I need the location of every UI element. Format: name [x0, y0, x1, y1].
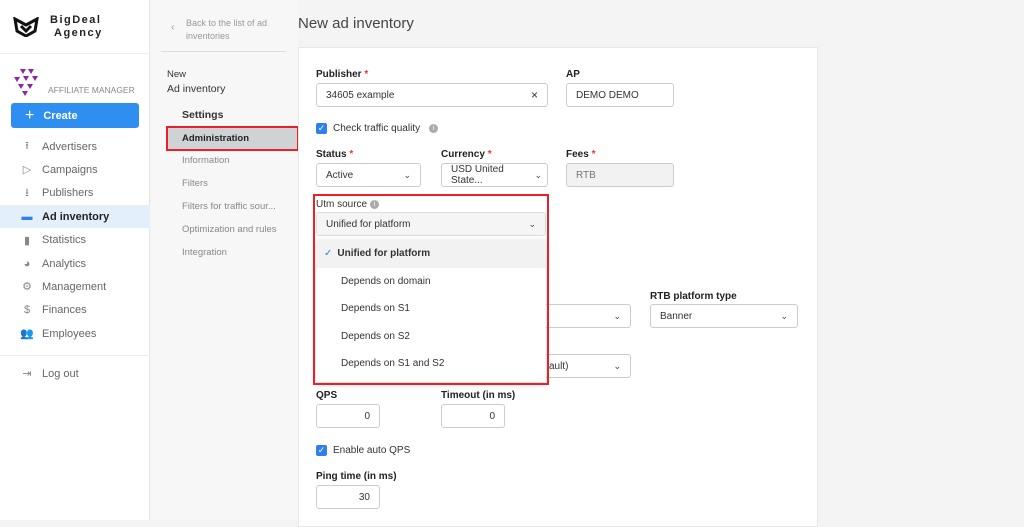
entity-label: Ad inventory [167, 83, 226, 95]
nav-label: Statistics [42, 234, 87, 247]
status-select[interactable]: Active ⌄ [316, 163, 421, 187]
section-title: Settings [182, 109, 224, 121]
settings-item[interactable]: Integration [166, 241, 298, 263]
bar-chart-icon: ▮ [23, 234, 31, 247]
timeout-label: Timeout (in ms) [441, 390, 516, 401]
create-label: Create [43, 109, 78, 122]
logout-button[interactable]: ⇥ Log out [0, 362, 150, 385]
nav-item-campaigns[interactable]: ▷ Campaigns [0, 158, 150, 181]
logout-icon: ⇥ [22, 368, 32, 380]
fees-input: RTB [566, 163, 674, 187]
highlight-utm-source [313, 194, 549, 385]
pie-chart-icon: ◕ [23, 257, 31, 270]
settings-item[interactable]: Filters [166, 173, 298, 195]
plus-icon: + [25, 106, 35, 124]
divider [0, 53, 150, 54]
nav-item-statistics[interactable]: ▮ Statistics [0, 229, 150, 252]
qps-label: QPS [316, 390, 338, 401]
brand-name: BigDeal Agency [50, 14, 103, 39]
checkbox-checked-icon: ✓ [316, 123, 327, 134]
dollar-icon: $ [23, 304, 31, 317]
settings-item[interactable]: Optimization and rules [166, 218, 298, 240]
currency-label: Currency * [441, 149, 492, 160]
fees-label: Fees * [566, 149, 596, 160]
ap-label: AP [566, 69, 580, 80]
settings-panel: ‹ Back to the list of ad inventories New… [151, 0, 299, 520]
ping-input[interactable]: 30 [316, 485, 380, 509]
nav-item-finances[interactable]: $ Finances [0, 299, 150, 322]
auto-qps-checkbox[interactable]: ✓ Enable auto QPS [316, 445, 410, 456]
nav-item-publishers[interactable]: ⭳ Publishers [0, 182, 150, 205]
chevron-down-icon: ⌄ [534, 169, 542, 180]
chevron-down-icon: ⌄ [780, 310, 788, 321]
ping-label: Ping time (in ms) [316, 471, 397, 482]
nav-label: Management [42, 280, 107, 293]
play-circle-icon: ▷ [22, 164, 32, 177]
publisher-select[interactable]: 34605 example × [316, 83, 548, 107]
nav-label: Campaigns [42, 163, 98, 176]
divider [161, 51, 286, 52]
highlight-administration [166, 126, 299, 151]
nav-label: Publishers [42, 187, 94, 200]
role-label: AFFILIATE MANAGER [48, 85, 135, 95]
chevron-down-icon: ⌄ [613, 310, 621, 321]
chevron-down-icon: ⌄ [613, 360, 621, 371]
rtb-type-select[interactable]: Banner ⌄ [650, 304, 798, 328]
ad-inventory-icon: ▬ [21, 210, 33, 223]
status-label: Status * [316, 149, 354, 160]
chevron-down-icon: ⌄ [403, 169, 411, 180]
nav-label: Finances [42, 304, 87, 317]
nav-label: Ad inventory [42, 210, 110, 223]
brand-logo-icon [13, 17, 39, 37]
nav-item-analytics[interactable]: ◕ Analytics [0, 252, 150, 275]
gear-box-icon: ⚙ [22, 281, 32, 294]
rtb-type-label: RTB platform type [650, 291, 737, 302]
clear-icon[interactable]: × [531, 88, 538, 102]
currency-select[interactable]: USD United State... ⌄ [441, 163, 548, 187]
settings-item[interactable]: Information [166, 150, 298, 172]
back-icon[interactable]: ‹ [171, 22, 174, 33]
new-label: New [167, 69, 187, 80]
page-title: New ad inventory [298, 15, 414, 32]
nav-label: Advertisers [42, 140, 98, 153]
nav-label: Analytics [42, 257, 87, 270]
avatar [14, 69, 38, 96]
nav-item-management[interactable]: ⚙ Management [0, 275, 150, 298]
people-icon: 👥 [20, 328, 34, 341]
nav-label: Employees [42, 327, 97, 340]
upload-icon: ⭱ [25, 140, 29, 152]
divider [0, 355, 150, 356]
create-button[interactable]: + Create [11, 103, 139, 128]
publisher-label: Publisher * [316, 69, 369, 80]
info-icon[interactable]: i [429, 124, 439, 133]
checkbox-checked-icon: ✓ [316, 445, 327, 456]
nav-item-advertisers[interactable]: ⭱ Advertisers [0, 135, 150, 158]
back-link[interactable]: Back to the list of ad inventories [186, 17, 286, 43]
settings-item[interactable]: Filters for traffic sour... [166, 195, 298, 217]
timeout-input[interactable]: 0 [441, 404, 505, 428]
nav-item-employees[interactable]: 👥 Employees [0, 322, 150, 345]
check-traffic-checkbox[interactable]: ✓ Check traffic quality i [316, 123, 439, 134]
sidebar: BigDeal Agency AFFILIATE MANAGER + Create … [0, 0, 150, 520]
download-icon: ⭳ [25, 186, 29, 199]
nav-item-ad-inventory[interactable]: ▬ Ad inventory [0, 205, 150, 229]
qps-input[interactable]: 0 [316, 404, 380, 428]
logout-label: Log out [42, 367, 79, 380]
ap-input[interactable]: DEMO DEMO [566, 83, 674, 107]
